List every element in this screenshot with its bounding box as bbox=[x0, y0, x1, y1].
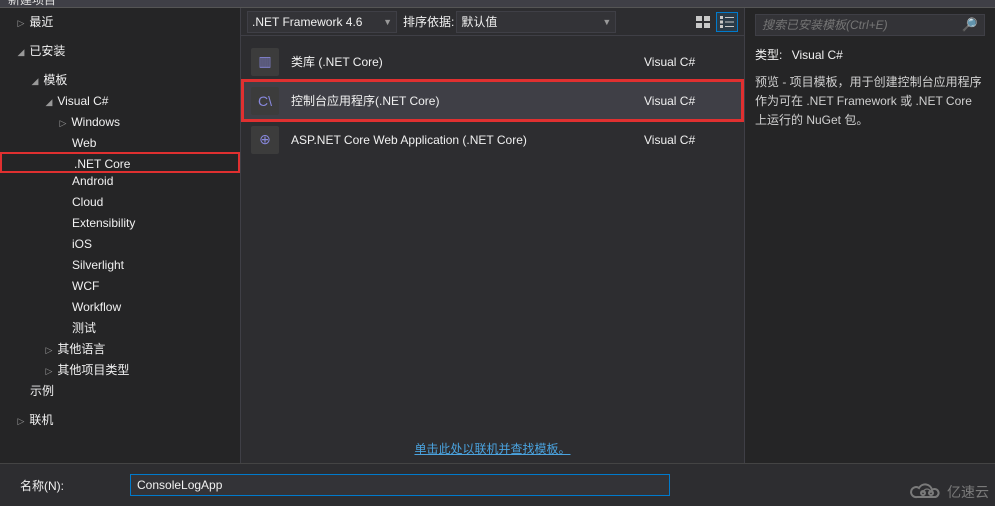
search-templates-box[interactable]: 🔎 bbox=[755, 14, 985, 36]
window-titlebar: 新建项目 bbox=[0, 0, 995, 8]
online-templates-link-row: 单击此处以联机并查找模板。 bbox=[241, 430, 744, 463]
tree-test[interactable]: 测试 bbox=[0, 318, 240, 339]
view-medium-icons-button[interactable] bbox=[692, 12, 714, 32]
tree-extensibility[interactable]: Extensibility bbox=[0, 213, 240, 234]
chevron-down-icon: ◢ bbox=[16, 42, 26, 63]
tree-web[interactable]: Web bbox=[0, 133, 240, 154]
template-list: ▥ 类库 (.NET Core) Visual C# C\ 控制台应用程序(.N… bbox=[241, 36, 744, 430]
tree-windows[interactable]: ▷ Windows bbox=[0, 112, 240, 133]
chevron-down-icon: ▼ bbox=[383, 17, 392, 27]
template-classlib[interactable]: ▥ 类库 (.NET Core) Visual C# bbox=[243, 42, 742, 81]
sort-label: 排序依据: bbox=[403, 13, 454, 30]
view-small-icons-button[interactable] bbox=[716, 12, 738, 32]
chevron-right-icon: ▷ bbox=[44, 340, 54, 361]
tree-silverlight[interactable]: Silverlight bbox=[0, 255, 240, 276]
right-panel: 🔎 类型: Visual C# 预览 - 项目模板，用于创建控制台应用程序作为可… bbox=[745, 8, 995, 463]
chevron-down-icon: ◢ bbox=[30, 71, 40, 92]
online-templates-link[interactable]: 单击此处以联机并查找模板。 bbox=[414, 442, 570, 456]
tree-wcf[interactable]: WCF bbox=[0, 276, 240, 297]
toolbar: .NET Framework 4.6 ▼ 排序依据: 默认值 ▼ bbox=[241, 8, 744, 36]
center-panel: .NET Framework 4.6 ▼ 排序依据: 默认值 ▼ ▥ 类库 (.… bbox=[240, 8, 745, 463]
classlib-icon: ▥ bbox=[251, 48, 279, 76]
bottom-bar: 名称(N): bbox=[0, 464, 995, 506]
tree-ios[interactable]: iOS bbox=[0, 234, 240, 255]
name-label: 名称(N): bbox=[20, 477, 130, 494]
search-input[interactable] bbox=[762, 18, 962, 32]
tree-workflow[interactable]: Workflow bbox=[0, 297, 240, 318]
chevron-right-icon: ▷ bbox=[44, 361, 54, 382]
chevron-right-icon: ▷ bbox=[58, 113, 68, 134]
sort-combo[interactable]: 默认值 ▼ bbox=[456, 11, 616, 33]
chevron-down-icon: ◢ bbox=[44, 92, 54, 113]
tree-recent[interactable]: ▷ 最近 bbox=[0, 12, 240, 33]
tree-netcore[interactable]: .NET Core bbox=[0, 152, 240, 173]
tree-cloud[interactable]: Cloud bbox=[0, 192, 240, 213]
template-description: 预览 - 项目模板，用于创建控制台应用程序作为可在 .NET Framework… bbox=[755, 73, 985, 131]
window-title: 新建项目 bbox=[8, 0, 56, 7]
tree-online[interactable]: ▷ 联机 bbox=[0, 410, 240, 431]
tree-templates[interactable]: ◢ 模板 bbox=[0, 70, 240, 91]
tree-other-types[interactable]: ▷ 其他项目类型 bbox=[0, 360, 240, 381]
console-icon: C\ bbox=[251, 87, 279, 115]
watermark: 亿速云 bbox=[909, 482, 989, 502]
search-icon[interactable]: 🔎 bbox=[962, 17, 978, 33]
chevron-right-icon: ▷ bbox=[16, 411, 26, 432]
cloud-icon bbox=[909, 482, 943, 502]
type-label: 类型: bbox=[755, 48, 782, 62]
chevron-down-icon: ▼ bbox=[602, 17, 611, 27]
sidebar: ▷ 最近 ◢ 已安装 ◢ 模板 ◢ Visual C# ▷ Windows We… bbox=[0, 8, 240, 463]
tree-samples[interactable]: 示例 bbox=[0, 381, 240, 402]
tree-installed[interactable]: ◢ 已安装 bbox=[0, 41, 240, 62]
type-value: Visual C# bbox=[792, 48, 843, 62]
web-icon: ⊕ bbox=[251, 126, 279, 154]
project-name-input[interactable] bbox=[130, 474, 670, 496]
chevron-right-icon: ▷ bbox=[16, 13, 26, 34]
template-aspnet[interactable]: ⊕ ASP.NET Core Web Application (.NET Cor… bbox=[243, 120, 742, 159]
template-console[interactable]: C\ 控制台应用程序(.NET Core) Visual C# bbox=[243, 81, 742, 120]
framework-combo[interactable]: .NET Framework 4.6 ▼ bbox=[247, 11, 397, 33]
tree-visual-csharp[interactable]: ◢ Visual C# bbox=[0, 91, 240, 112]
watermark-text: 亿速云 bbox=[947, 482, 989, 502]
tree-other-lang[interactable]: ▷ 其他语言 bbox=[0, 339, 240, 360]
